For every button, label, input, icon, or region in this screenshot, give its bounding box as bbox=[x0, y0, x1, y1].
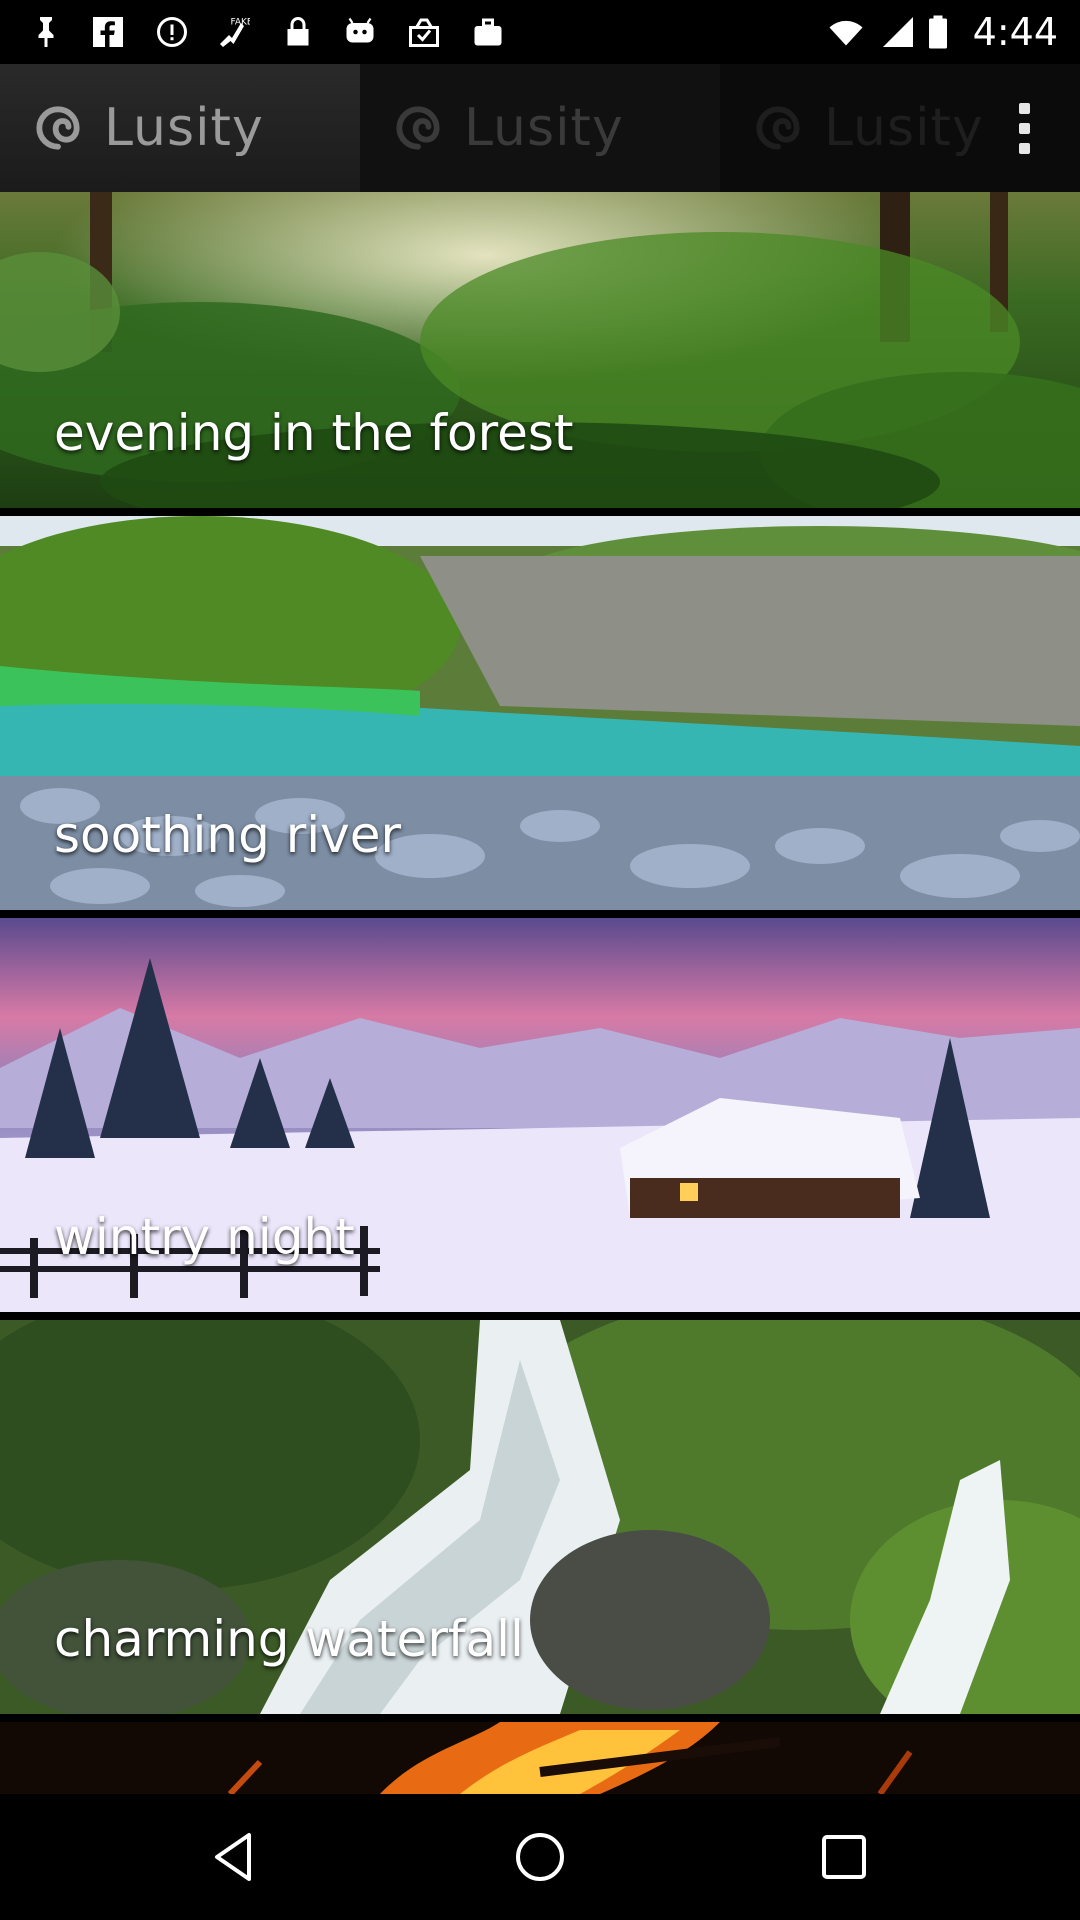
more-vert-icon[interactable] bbox=[994, 98, 1054, 158]
scene-card-river[interactable]: soothing river bbox=[0, 516, 1080, 910]
signal-icon bbox=[883, 17, 913, 47]
scene-title: wintry night bbox=[54, 1208, 355, 1266]
status-bar: FAKE 4:44 bbox=[0, 0, 1080, 64]
facebook-icon bbox=[93, 17, 123, 47]
clipboard-check-icon bbox=[409, 18, 439, 47]
swirl-logo-icon bbox=[36, 106, 80, 150]
logo-tile: Lusity bbox=[0, 64, 360, 192]
svg-text:FAKE: FAKE bbox=[231, 18, 251, 28]
back-icon[interactable] bbox=[207, 1827, 267, 1887]
logo-tile: Lusity bbox=[360, 64, 720, 192]
clock: 4:44 bbox=[972, 10, 1058, 54]
scene-title: charming waterfall bbox=[54, 1610, 524, 1668]
fake-gps-icon: FAKE bbox=[220, 18, 251, 47]
app-title-faded: Lusity bbox=[464, 98, 624, 158]
app-bar: Lusity Lusity Lusity bbox=[0, 64, 1080, 192]
app-title-faded: Lusity bbox=[824, 98, 984, 158]
scene-list: evening in the forest soothing river win… bbox=[0, 192, 1080, 1794]
scene-card-forest[interactable]: evening in the forest bbox=[0, 192, 1080, 508]
fire-image bbox=[0, 1722, 1080, 1794]
android-icon bbox=[346, 17, 374, 43]
lock-icon bbox=[287, 17, 309, 46]
battery-icon bbox=[929, 15, 947, 49]
recents-icon[interactable] bbox=[814, 1827, 874, 1887]
scene-card-fire[interactable] bbox=[0, 1722, 1080, 1794]
alert-icon bbox=[157, 17, 187, 47]
briefcase-icon bbox=[474, 18, 502, 46]
home-icon[interactable] bbox=[510, 1827, 570, 1887]
swirl-logo-icon bbox=[396, 106, 440, 150]
scene-title: evening in the forest bbox=[54, 404, 574, 462]
pin-icon bbox=[38, 17, 54, 47]
scene-card-waterfall[interactable]: charming waterfall bbox=[0, 1320, 1080, 1714]
scene-card-winter[interactable]: wintry night bbox=[0, 918, 1080, 1312]
swirl-logo-icon bbox=[756, 106, 800, 150]
navigation-bar bbox=[0, 1794, 1080, 1920]
app-title: Lusity bbox=[104, 98, 264, 158]
scene-title: soothing river bbox=[54, 806, 402, 864]
wifi-icon bbox=[829, 20, 863, 46]
